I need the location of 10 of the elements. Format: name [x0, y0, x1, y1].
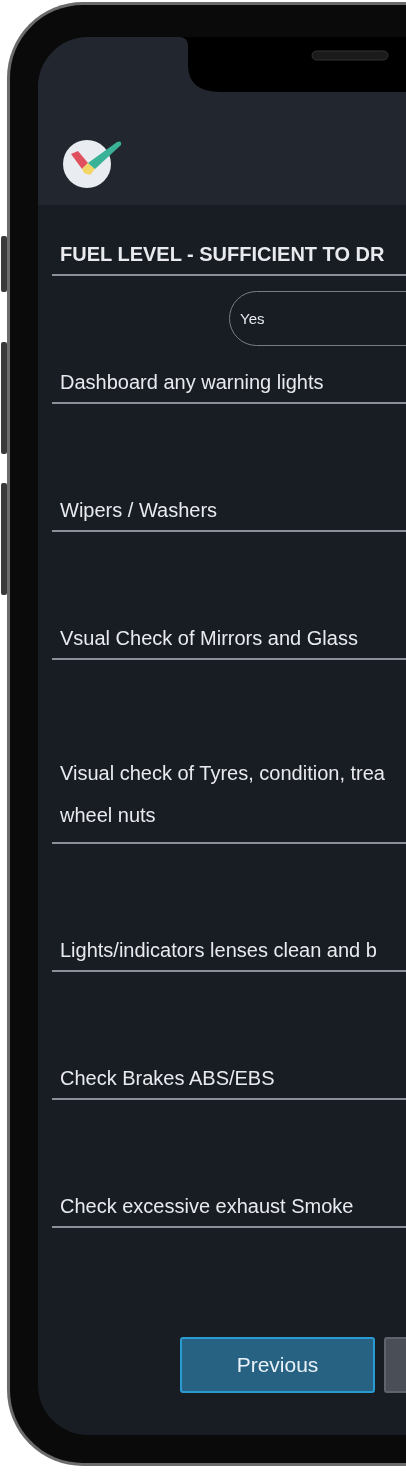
previous-button[interactable]: Previous [180, 1337, 375, 1393]
question-label: Check excessive exhaust Smoke [52, 1184, 406, 1228]
question-label: Dashboard any warning lights [52, 360, 406, 404]
question-label: Vsual Check of Mirrors and Glass [52, 616, 406, 660]
question-label: Visual check of Tyres, condition, trea wheel nuts [52, 744, 406, 844]
checkmark-logo-icon [62, 137, 124, 189]
question-label: Check Brakes ABS/EBS [52, 1056, 406, 1100]
section-heading: FUEL LEVEL - SUFFICIENT TO DR [52, 232, 406, 276]
question-label: Wipers / Washers [52, 488, 406, 532]
question-label: Lights/indicators lenses clean and b [52, 928, 406, 972]
